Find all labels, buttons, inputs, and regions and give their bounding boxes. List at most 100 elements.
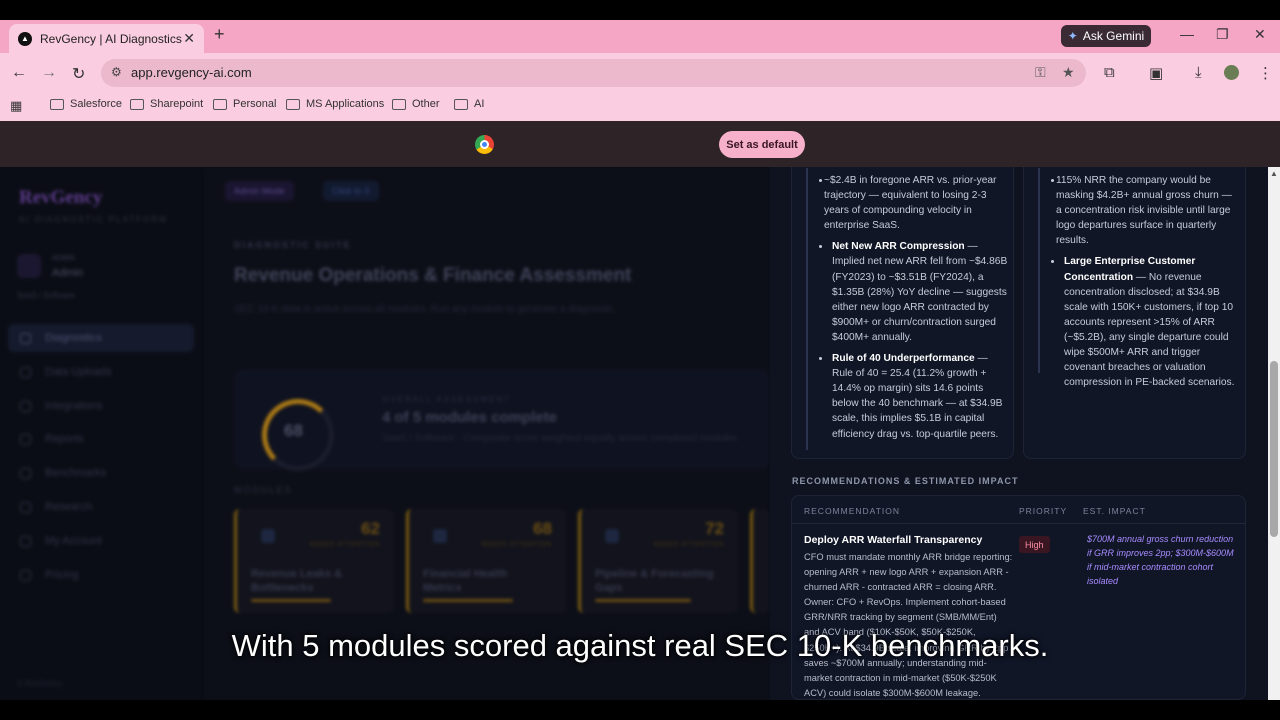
sidebar-item-label: Research bbox=[45, 501, 93, 513]
module-status-badge: NEEDS ATTENTION bbox=[309, 542, 380, 548]
chip-label: Admin Mode bbox=[234, 186, 285, 196]
password-key-icon[interactable]: ⚿ bbox=[1035, 64, 1046, 81]
page-title: Revenue Operations & Finance Assessment bbox=[234, 265, 632, 286]
sidebar-item-label: Reports bbox=[45, 433, 84, 445]
folder-icon bbox=[454, 98, 468, 110]
modules-label: MODULES bbox=[234, 485, 293, 495]
finding-lead: Rule of 40 Underperformance bbox=[832, 353, 975, 365]
sidebar-item-integrations[interactable]: Integrations bbox=[8, 392, 194, 420]
priority-badge: High bbox=[1019, 536, 1050, 553]
bookmark-salesforce[interactable]: Salesforce bbox=[50, 98, 122, 110]
document-icon bbox=[20, 433, 31, 445]
sidebar-item-benchmarks[interactable]: Benchmarks bbox=[8, 459, 194, 487]
browser-tab[interactable]: ▲ RevGency | AI Diagnostics ✕ bbox=[9, 24, 204, 53]
download-icon[interactable]: ⤓ bbox=[1195, 64, 1202, 81]
overall-title: 4 of 5 modules complete bbox=[382, 409, 558, 426]
module-card[interactable]: 62 NEEDS ATTENTION Revenue Leaks & Bottl… bbox=[234, 509, 394, 613]
url-text[interactable]: app.revgency-ai.com bbox=[131, 65, 252, 80]
recommendation-description: CFO must mandate monthly ARR bridge repo… bbox=[804, 552, 1013, 698]
recommendation-title: Deploy ARR Waterfall Transparency bbox=[804, 534, 983, 546]
suite-label: DIAGNOSTIC SUITE bbox=[234, 240, 352, 250]
module-score: 68 bbox=[533, 519, 552, 538]
module-score: 72 bbox=[705, 519, 724, 538]
tab-title: RevGency | AI Diagnostics bbox=[40, 31, 182, 46]
folder-icon bbox=[50, 98, 64, 110]
scroll-thumb[interactable] bbox=[1270, 361, 1278, 537]
sidebar-item-pricing[interactable]: Pricing bbox=[8, 561, 194, 589]
gemini-sparkle-icon: ✦ bbox=[1067, 29, 1078, 43]
forward-arrow-icon[interactable]: → bbox=[41, 64, 57, 82]
user-avatar bbox=[17, 254, 41, 278]
sidebar-item-label: Pricing bbox=[45, 569, 79, 581]
extensions-icon[interactable]: ⧉ bbox=[1104, 64, 1115, 81]
sidebar-item-data-uploads[interactable]: Data Uploads bbox=[8, 358, 194, 386]
scroll-up-icon[interactable]: ▲ bbox=[1270, 169, 1278, 178]
role-label: ADMIN bbox=[52, 255, 75, 262]
set-as-default-button[interactable]: Set as default bbox=[719, 131, 805, 158]
overall-label: OVERALL ASSESSMENT bbox=[382, 395, 512, 404]
sidebar-item-label: Diagnostics bbox=[45, 332, 102, 344]
default-browser-infobar: Set as default bbox=[0, 121, 1280, 167]
close-icon[interactable]: ✕ bbox=[183, 30, 195, 47]
site-settings-icon[interactable]: ⚙ bbox=[111, 65, 122, 79]
bookmark-label: MS Applications bbox=[306, 98, 385, 110]
bookmarks-bar: ▦ Salesforce Sharepoint Personal MS Appl… bbox=[0, 93, 1280, 121]
bookmark-label: Other bbox=[412, 98, 440, 110]
module-status-badge: NEEDS ATTENTION bbox=[481, 542, 552, 548]
minimize-icon[interactable]: — bbox=[1180, 26, 1194, 42]
reload-icon[interactable]: ↻ bbox=[72, 64, 85, 84]
admin-mode-chip[interactable]: Admin Mode bbox=[225, 181, 294, 201]
module-progress-bar bbox=[423, 599, 513, 602]
bookmark-ms-applications[interactable]: MS Applications bbox=[286, 98, 384, 110]
gemini-label: Ask Gemini bbox=[1082, 29, 1145, 43]
column-header-recommendation: RECOMMENDATION bbox=[804, 506, 901, 516]
profile-avatar[interactable] bbox=[1224, 65, 1239, 80]
letterbox-bottom bbox=[0, 700, 1280, 720]
recommendations-table: RECOMMENDATION PRIORITY EST. IMPACT Depl… bbox=[791, 495, 1246, 700]
sidebar-item-my-account[interactable]: My Account bbox=[8, 527, 194, 555]
window-close-icon[interactable]: ✕ bbox=[1254, 26, 1266, 43]
restore-icon[interactable]: ❐ bbox=[1216, 26, 1229, 43]
findings-list: ~$2.4B in foregone ARR vs. prior-year tr… bbox=[818, 173, 1008, 442]
sidebar-item-research[interactable]: Research bbox=[8, 493, 194, 521]
page-scrollbar[interactable]: ▲ bbox=[1268, 167, 1280, 700]
sidebar-item-diagnostics[interactable]: Diagnostics bbox=[8, 324, 194, 352]
new-tab-icon[interactable]: + bbox=[214, 24, 225, 45]
module-card[interactable]: 72 NEEDS ATTENTION Pipeline & Forecastin… bbox=[578, 509, 738, 613]
cast-icon[interactable]: ▣ bbox=[1149, 64, 1163, 82]
sidebar-item-label: Benchmarks bbox=[45, 467, 107, 479]
app-logo[interactable]: RevGency bbox=[19, 187, 102, 209]
estimated-impact: $700M annual gross churn reduction if GR… bbox=[1087, 534, 1234, 586]
module-card[interactable]: 68 NEEDS ATTENTION Financial Health Metr… bbox=[406, 509, 566, 613]
sidebar-item-reports[interactable]: Reports bbox=[8, 425, 194, 453]
bookmark-sharepoint[interactable]: Sharepoint bbox=[130, 98, 203, 110]
bookmark-other[interactable]: Other bbox=[392, 98, 440, 110]
finding-lead: Net New ARR Compression bbox=[832, 241, 965, 253]
back-arrow-icon[interactable]: ← bbox=[11, 64, 27, 82]
folder-icon bbox=[286, 98, 300, 110]
menu-kebab-icon[interactable]: ⋮ bbox=[1258, 64, 1273, 82]
apps-grid-icon[interactable]: ▦ bbox=[10, 98, 22, 114]
diagnostic-detail-panel: ~$2.4B in foregone ARR vs. prior-year tr… bbox=[770, 167, 1268, 700]
tab-favicon-icon: ▲ bbox=[18, 31, 32, 46]
findings-card-right: 115% NRR the company would be masking $4… bbox=[1023, 167, 1246, 459]
bookmark-ai[interactable]: AI bbox=[454, 98, 484, 110]
trend-icon bbox=[605, 529, 619, 543]
finding-item: Net New ARR Compression — Implied net ne… bbox=[818, 239, 1008, 345]
bookmark-star-icon[interactable]: ★ bbox=[1062, 64, 1075, 81]
app-viewport: RevGency AI DIAGNOSTIC PLATFORM ADMIN Ad… bbox=[0, 167, 1280, 700]
browser-tab-strip: ▲ RevGency | AI Diagnostics ✕ + ✦ Ask Ge… bbox=[0, 20, 1280, 53]
module-progress-bar bbox=[251, 599, 331, 602]
finding-text: ~$2.4B in foregone ARR vs. prior-year tr… bbox=[824, 175, 997, 232]
browser-toolbar: ← → ↻ ⚙ app.revgency-ai.com ⚿ ★ ⧉ ▣ ⤓ ⋮ bbox=[0, 53, 1280, 93]
finding-item: Rule of 40 Underperformance — Rule of 40… bbox=[818, 351, 1008, 442]
ask-gemini-button[interactable]: ✦ Ask Gemini bbox=[1061, 25, 1151, 47]
module-card-partial[interactable] bbox=[750, 509, 770, 613]
sidebar-item-label: Integrations bbox=[45, 400, 103, 412]
finding-item: 115% NRR the company would be masking $4… bbox=[1050, 173, 1240, 248]
overall-assessment-card: 68 OVERALL ASSESSMENT 4 of 5 modules com… bbox=[234, 369, 770, 471]
recommendations-heading: RECOMMENDATIONS & ESTIMATED IMPACT bbox=[792, 476, 1019, 486]
link-chip[interactable]: Click to X bbox=[323, 181, 380, 201]
bookmark-personal[interactable]: Personal bbox=[213, 98, 276, 110]
address-bar[interactable]: ⚙ app.revgency-ai.com ⚿ ★ bbox=[101, 59, 1086, 87]
